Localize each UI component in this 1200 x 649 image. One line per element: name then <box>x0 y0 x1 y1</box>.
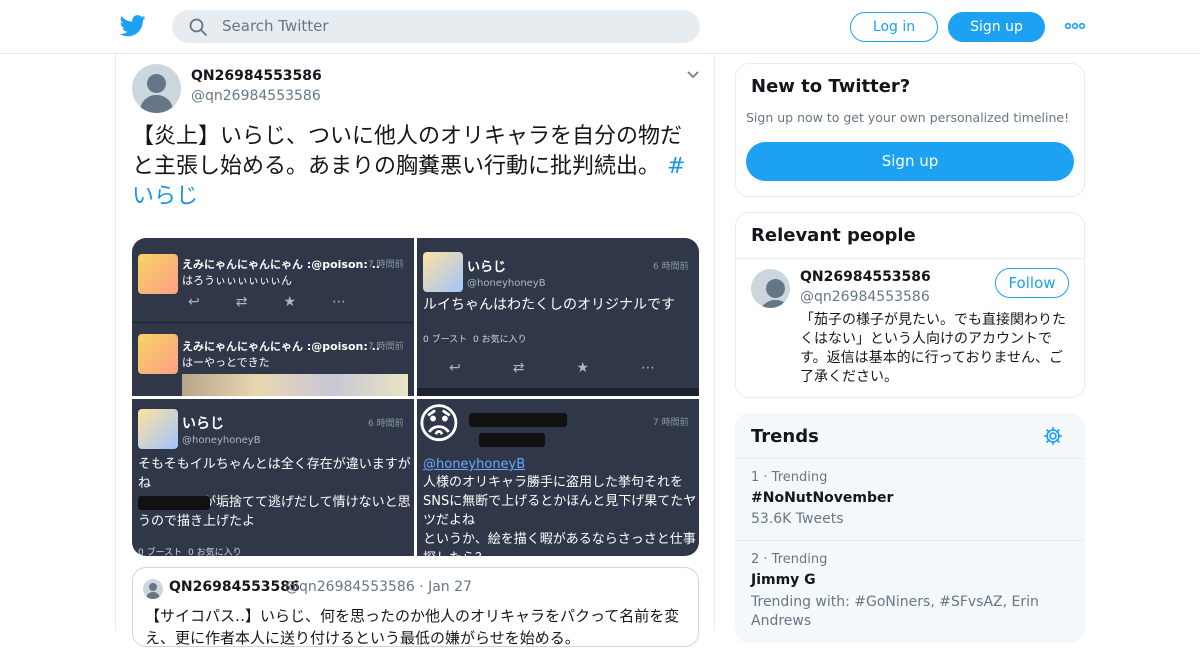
relevant-people-card: Relevant people QN26984553586 @qn2698455… <box>735 212 1085 398</box>
quote-display-name: QN26984553586 <box>169 579 300 595</box>
more-dots-icon[interactable] <box>1064 18 1086 34</box>
tweet-display-name[interactable]: QN26984553586 <box>191 68 322 84</box>
media-tile-3[interactable]: いらじ @honeyhoneyB 6 時間前 そもそもイルちゃんとは全く存在が違… <box>132 399 414 556</box>
tile-mention-link: @honeyhoneyB <box>423 457 526 472</box>
login-button[interactable]: Log in <box>850 12 938 42</box>
attached-image <box>182 374 408 396</box>
tile-text: はろうぃぃぃぃぃぃん <box>182 274 292 287</box>
tweet-detail: QN26984553586 @qn26984553586 【炎上】いらじ、ついに… <box>115 54 715 647</box>
tile-text: そもそもイルちゃんとは全く存在が違いますがね が垢捨てて逃げだして情けないと思う… <box>138 457 411 529</box>
worried-face-icon: 😟 <box>417 399 461 448</box>
trend-rank: 1 · Trending <box>751 470 828 485</box>
trend-name: #NoNutNovember <box>751 490 894 506</box>
redaction-bar <box>469 413 567 427</box>
redaction-bar <box>138 496 210 510</box>
follow-button[interactable]: Follow <box>995 268 1069 298</box>
avatar[interactable] <box>132 64 181 113</box>
avatar[interactable] <box>751 269 790 308</box>
tile-fav-count: 0 お気に入り <box>188 548 242 556</box>
trends-card: Trends 1 · Trending #NoNutNovember 53.6K… <box>735 413 1085 643</box>
trend-item[interactable]: 2 · Trending Jimmy G Trending with: #GoN… <box>735 541 1085 641</box>
divider <box>736 258 1084 259</box>
card-title: New to Twitter? <box>751 76 911 97</box>
trend-count: 53.6K Tweets <box>751 511 844 527</box>
tile-user-name: えみにゃんにゃんにゃん :@poison: .. <box>182 340 380 353</box>
media-tile-1[interactable]: えみにゃんにゃんにゃん :@poison: .. 7 時間前 はろうぃぃぃぃぃぃ… <box>132 238 414 396</box>
tile-boost-count: 0 ブースト <box>423 335 468 345</box>
tweet-handle[interactable]: @qn26984553586 <box>191 88 321 104</box>
media-tile-2[interactable]: いらじ @honeyhoneyB 6 時間前 ルイちゃんはわたくしのオリジナルで… <box>417 238 699 396</box>
tile-action-icons: ↩⇄★⋯ <box>188 294 383 310</box>
tile-fav-count: 0 お気に入り <box>473 335 527 345</box>
tile-boost-count: 0 ブースト <box>138 548 183 556</box>
top-nav-bar: Search Twitter Log in Sign up <box>0 0 1200 54</box>
card-subtitle: Sign up now to get your own personalized… <box>746 110 1070 125</box>
trend-count: Trending with: #GoNiners, #SFvsAZ, Erin … <box>751 594 1039 629</box>
tile-timestamp: 7 時間前 <box>368 260 404 270</box>
new-to-twitter-card: New to Twitter? Sign up now to get your … <box>735 63 1085 197</box>
tile-user-name: えみにゃんにゃんにゃん :@poison: .. <box>182 258 380 271</box>
tile-handle: @honeyhoneyB <box>467 278 546 289</box>
quoted-tweet[interactable]: QN26984553586 @qn26984553586 · Jan 27 【サ… <box>132 567 699 647</box>
person-display-name[interactable]: QN26984553586 <box>800 269 931 285</box>
tile-text: 人様のオリキャラ勝手に盗用した挙句それをSNSに無断で上げるとかほんと見下げ果て… <box>423 475 697 556</box>
tweet-text: 【炎上】いらじ、ついに他人のオリキャラを自分の物だと主張し始める。あまりの胸糞悪… <box>132 122 702 212</box>
gear-icon[interactable] <box>1043 426 1063 446</box>
tweet-media-grid[interactable]: えみにゃんにゃんにゃん :@poison: .. 7 時間前 はろうぃぃぃぃぃぃ… <box>132 238 699 556</box>
trend-rank: 2 · Trending <box>751 552 828 567</box>
avatar <box>143 579 163 599</box>
tile-action-icons: ↩⇄★⋯ <box>449 360 699 376</box>
avatar <box>138 334 178 374</box>
signup-button[interactable]: Sign up <box>948 12 1045 42</box>
avatar <box>138 409 178 449</box>
tile-handle: @honeyhoneyB <box>182 435 261 446</box>
tile-user-name: いらじ <box>467 260 507 275</box>
search-icon <box>189 18 207 36</box>
search-bar[interactable]: Search Twitter <box>172 10 700 43</box>
person-bio: 「茄子の様子が見たい。でも直接関わりたくはない」という人向けのアカウントです。返… <box>800 312 1066 385</box>
card-title: Trends <box>751 426 819 447</box>
tweet-body: 【炎上】いらじ、ついに他人のオリキャラを自分の物だと主張し始める。あまりの胸糞悪… <box>132 124 683 179</box>
trend-item[interactable]: 1 · Trending #NoNutNovember 53.6K Tweets <box>735 459 1085 541</box>
tile-timestamp: 6 時間前 <box>653 262 689 272</box>
search-placeholder[interactable]: Search Twitter <box>222 17 329 35</box>
tile-text: はーやっとできた <box>182 356 270 369</box>
trend-name: Jimmy G <box>751 572 816 588</box>
tile-user-name: いらじ <box>182 416 224 432</box>
redaction-bar <box>479 433 545 447</box>
media-tile-4[interactable]: 😟 7 時間前 @honeyhoneyB 人様のオリキャラ勝手に盗用した挙句それ… <box>417 399 699 556</box>
card-title: Relevant people <box>751 225 916 246</box>
avatar <box>138 254 178 294</box>
tile-text: ルイちゃんはわたくしのオリジナルです <box>423 297 675 313</box>
twitter-bird-icon[interactable] <box>120 14 146 38</box>
tile-timestamp: 6 時間前 <box>368 419 404 429</box>
quote-text: 【サイコパス‥】いらじ、何を思ったのか他人のオリキャラをパクって名前を変え、更に… <box>145 607 680 647</box>
person-handle[interactable]: @qn26984553586 <box>800 289 930 305</box>
quote-handle-date: @qn26984553586 · Jan 27 <box>285 579 472 595</box>
tile-timestamp: 7 時間前 <box>368 342 404 352</box>
sidebar-signup-button[interactable]: Sign up <box>746 142 1074 181</box>
tile-timestamp: 7 時間前 <box>653 418 689 428</box>
chevron-down-icon[interactable] <box>686 70 700 80</box>
avatar <box>423 252 463 292</box>
